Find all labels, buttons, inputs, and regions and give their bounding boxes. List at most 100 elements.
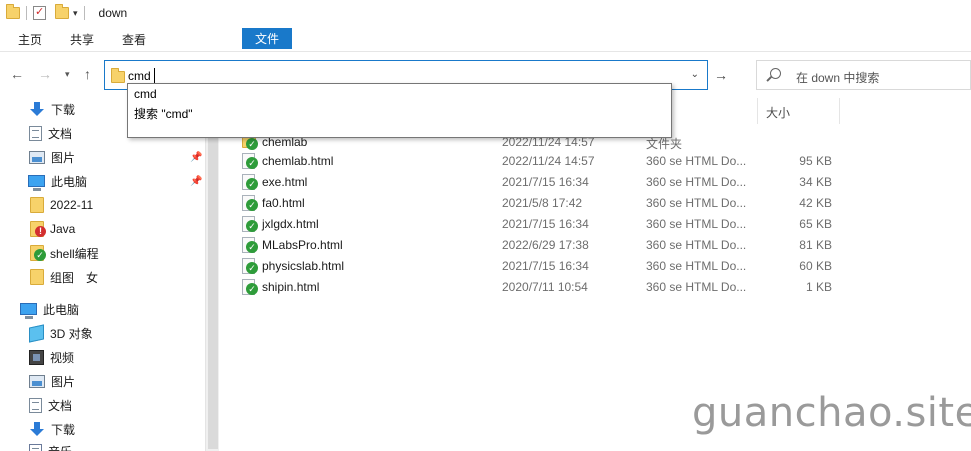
picture-icon [29, 150, 45, 164]
html-file-icon [242, 279, 258, 295]
nav-item-java[interactable]: Java [30, 218, 75, 240]
file-name: chemlab.html [262, 154, 334, 168]
toolbar-separator [26, 6, 27, 20]
nav-item-label: 组图 女 [50, 270, 99, 285]
file-type: 360 se HTML Do... [646, 280, 747, 294]
nav-item-label: 下载 [51, 102, 76, 117]
nav-item-label: shell编程 [50, 246, 99, 261]
computer-icon [28, 175, 45, 191]
new-folder-icon[interactable] [55, 4, 69, 19]
nav-item-music[interactable]: 音乐 [29, 440, 72, 451]
folder-sync-icon [30, 245, 46, 261]
nav-item-pc-documents[interactable]: 文档 [29, 394, 72, 416]
nav-item-zutu[interactable]: 组图 女 [30, 266, 98, 288]
folder-icon [111, 68, 125, 83]
chevron-down-icon[interactable]: ⌄ [691, 69, 699, 80]
back-arrow-icon[interactable]: ← [10, 66, 24, 82]
folder-icon[interactable] [6, 4, 20, 19]
watermark: guanchao.site [692, 390, 971, 436]
file-date: 2021/5/8 17:42 [502, 196, 583, 210]
file-type: 360 se HTML Do... [646, 217, 747, 231]
ribbon-tabs: 文件 主页 共享 查看 [0, 28, 971, 52]
customize-toolbar-icon[interactable]: ▾ [73, 8, 78, 19]
window-title: down [98, 6, 128, 20]
file-date: 2021/7/15 16:34 [502, 259, 589, 273]
tab-share[interactable]: 共享 [56, 28, 108, 51]
quick-access-toolbar: ▾ [6, 4, 91, 20]
list-item[interactable]: MLabsPro.html 2022/6/29 17:38 360 se HTM… [242, 235, 942, 256]
file-date: 2022/11/24 14:57 [502, 154, 595, 168]
column-divider[interactable] [757, 98, 758, 124]
nav-scrollbar[interactable] [205, 95, 219, 451]
html-file-icon [242, 258, 258, 274]
nav-item-label: 图片 [51, 150, 76, 165]
file-date: 2021/7/15 16:34 [502, 217, 589, 231]
3d-objects-icon [29, 323, 44, 343]
file-type: 360 se HTML Do... [646, 259, 747, 273]
html-file-icon [242, 153, 258, 169]
pin-icon[interactable]: 📌 [190, 176, 202, 187]
search-box[interactable]: 在 down 中搜索 [756, 60, 971, 90]
file-date: 2020/7/11 10:54 [502, 280, 588, 294]
file-name: jxlgdx.html [262, 217, 319, 231]
column-header-size[interactable]: 大小 [766, 104, 790, 121]
forward-arrow-icon[interactable]: → [38, 66, 52, 82]
nav-item-label: 此电脑 [43, 302, 80, 317]
nav-item-shell[interactable]: shell编程 [30, 242, 99, 264]
tab-home[interactable]: 主页 [4, 28, 56, 51]
nav-item-label: Java [50, 222, 76, 236]
autocomplete-item[interactable]: cmd [134, 87, 157, 101]
file-date: 2021/7/15 16:34 [502, 175, 589, 189]
download-icon [29, 101, 45, 117]
nav-item-this-pc-pinned[interactable]: 此电脑 [28, 170, 87, 192]
search-input[interactable]: 在 down 中搜索 [796, 69, 879, 86]
address-input[interactable]: cmd [128, 69, 151, 83]
file-size: 34 KB [799, 175, 832, 189]
nav-item-videos[interactable]: 视频 [29, 346, 74, 368]
nav-item-pictures[interactable]: 图片 [29, 146, 205, 168]
document-icon [29, 397, 42, 413]
scrollbar-thumb[interactable] [208, 97, 218, 449]
properties-icon[interactable] [33, 5, 46, 20]
up-arrow-icon[interactable]: ↑ [84, 66, 91, 82]
tab-file[interactable]: 文件 [242, 28, 292, 49]
nav-item-pc-pictures[interactable]: 图片 [29, 370, 75, 392]
file-name: shipin.html [262, 280, 320, 294]
list-item[interactable]: shipin.html 2020/7/11 10:54 360 se HTML … [242, 277, 942, 298]
nav-item-documents[interactable]: 文档 [29, 122, 72, 144]
column-divider[interactable] [839, 98, 840, 124]
html-file-icon [242, 195, 258, 211]
file-name: MLabsPro.html [262, 238, 343, 252]
nav-item-pc-downloads[interactable]: 下载 [29, 418, 75, 440]
pin-icon[interactable]: 📌 [190, 152, 202, 163]
folder-error-icon [30, 221, 46, 237]
list-item[interactable]: jxlgdx.html 2021/7/15 16:34 360 se HTML … [242, 214, 942, 235]
nav-item-this-pc[interactable]: 此电脑 [20, 298, 79, 320]
nav-item-label: 3D 对象 [50, 326, 93, 341]
file-date: 2022/6/29 17:38 [502, 238, 589, 252]
nav-item-label: 文档 [48, 398, 73, 413]
navigation-pane: 下载 文档 图片 📌 此电脑 📌 2022-11 Java shell编程 组图… [0, 95, 205, 451]
file-size: 1 KB [805, 280, 832, 294]
html-file-icon [242, 216, 258, 232]
file-type: 360 se HTML Do... [646, 238, 747, 252]
folder-icon [30, 269, 44, 285]
nav-item-2022-11[interactable]: 2022-11 [30, 194, 93, 216]
nav-item-label: 音乐 [48, 443, 72, 451]
file-size: 42 KB [799, 196, 832, 210]
tab-view[interactable]: 查看 [108, 28, 160, 51]
list-item[interactable]: chemlab.html 2022/11/24 14:57 360 se HTM… [242, 151, 942, 172]
recent-locations-icon[interactable]: ▾ [65, 69, 70, 80]
title-bar: ▾ down [0, 0, 971, 26]
file-type: 360 se HTML Do... [646, 154, 747, 168]
nav-item-3d-objects[interactable]: 3D 对象 [29, 322, 93, 344]
list-item[interactable]: fa0.html 2021/5/8 17:42 360 se HTML Do..… [242, 193, 942, 214]
autocomplete-item[interactable]: 搜索 "cmd" [134, 105, 193, 122]
go-arrow-icon[interactable]: → [714, 67, 728, 83]
list-item[interactable]: physicslab.html 2021/7/15 16:34 360 se H… [242, 256, 942, 277]
html-file-icon [242, 237, 258, 253]
list-item[interactable]: exe.html 2021/7/15 16:34 360 se HTML Do.… [242, 172, 942, 193]
file-type: 360 se HTML Do... [646, 175, 747, 189]
nav-item-downloads[interactable]: 下载 [29, 98, 75, 120]
nav-item-label: 此电脑 [51, 174, 88, 189]
